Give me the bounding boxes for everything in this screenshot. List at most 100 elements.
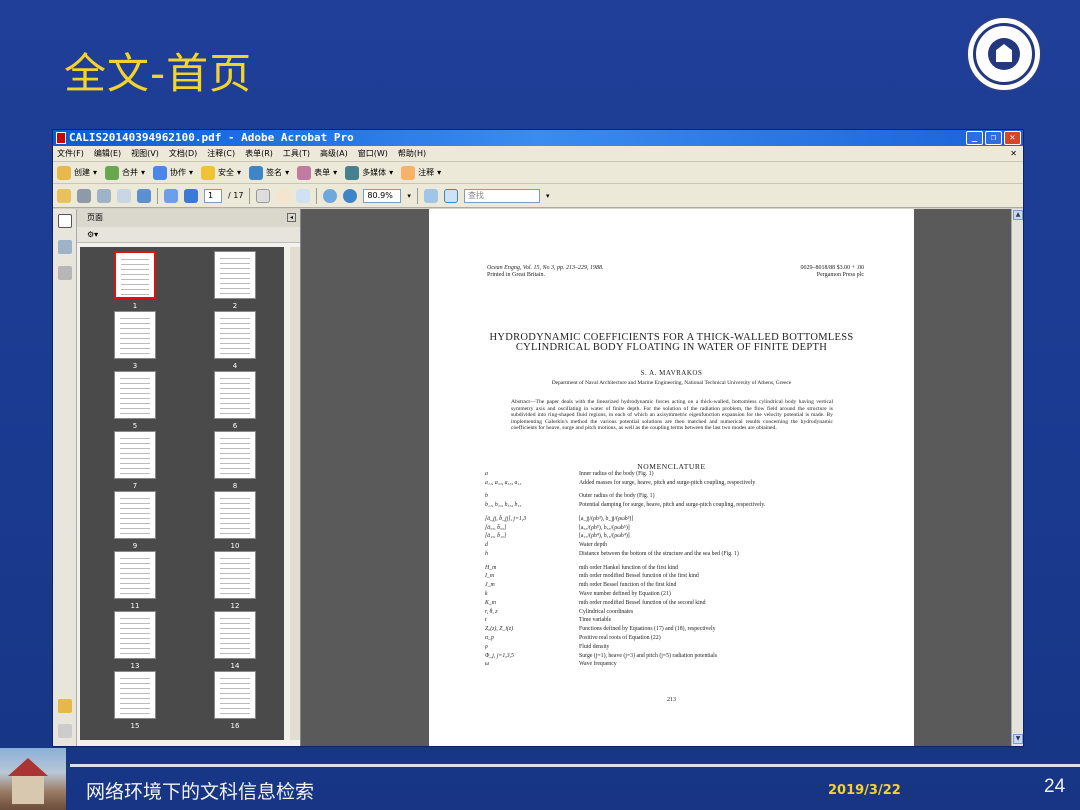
nomenclature-symbol: I_m bbox=[485, 573, 495, 580]
save-icon[interactable] bbox=[97, 188, 111, 203]
nomenclature-definition: Wave number defined by Equation (21) bbox=[579, 591, 671, 597]
combine-button[interactable]: 合并 ▾ bbox=[105, 165, 145, 180]
thumbnail-label: 4 bbox=[232, 362, 238, 370]
menu-document[interactable]: 文档(D) bbox=[169, 146, 197, 161]
page-thumbnail[interactable]: 10 bbox=[190, 491, 280, 551]
nomenclature-row: d Water depth bbox=[485, 542, 865, 549]
layers-icon[interactable] bbox=[58, 699, 72, 713]
print-icon[interactable] bbox=[77, 188, 91, 203]
attachments-icon[interactable] bbox=[58, 724, 72, 738]
nomenclature-symbol: J_m bbox=[485, 582, 495, 589]
footer-divider bbox=[70, 764, 1080, 767]
collaborate-button[interactable]: 协作 ▾ bbox=[153, 165, 193, 180]
full-screen-icon[interactable] bbox=[443, 188, 458, 203]
document-viewer: Ocean Engng, Vol. 15, No 3, pp. 213–229,… bbox=[301, 209, 1023, 746]
menu-help[interactable]: 帮助(H) bbox=[398, 146, 426, 161]
menu-view[interactable]: 视图(V) bbox=[131, 146, 159, 161]
thumbnail-image bbox=[214, 491, 256, 539]
menu-comments[interactable]: 注释(C) bbox=[207, 146, 235, 161]
zoom-tool-icon[interactable] bbox=[296, 188, 311, 203]
page-thumbnail[interactable]: 15 bbox=[90, 671, 180, 731]
menu-edit[interactable]: 编辑(E) bbox=[94, 146, 121, 161]
forms-button[interactable]: 表单 ▾ bbox=[297, 165, 337, 180]
menu-window[interactable]: 窗口(W) bbox=[358, 146, 388, 161]
nomenclature-symbol: K_m bbox=[485, 599, 496, 606]
zoom-level-field[interactable]: 80.9% bbox=[363, 188, 402, 203]
nomenclature-row: h Distance between the bottom of the stru… bbox=[485, 551, 865, 558]
menu-tools[interactable]: 工具(T) bbox=[283, 146, 310, 161]
menu-forms[interactable]: 表单(R) bbox=[245, 146, 273, 161]
page-number-input[interactable]: 1 bbox=[204, 188, 222, 203]
maximize-button[interactable]: ❐ bbox=[985, 131, 1002, 145]
nomenclature-symbol: d bbox=[485, 542, 488, 549]
find-dropdown-icon[interactable]: ▾ bbox=[546, 192, 550, 200]
zoom-in-icon[interactable] bbox=[343, 188, 358, 203]
minimize-button[interactable]: _ bbox=[966, 131, 983, 145]
page-thumbnail[interactable]: 3 bbox=[90, 311, 180, 371]
document-scrollbar[interactable]: ▲ ▼ bbox=[1011, 209, 1023, 746]
nomenclature-symbol: r, θ, z bbox=[485, 608, 498, 615]
page-thumbnail[interactable]: 8 bbox=[190, 431, 280, 491]
page-thumbnail[interactable]: 16 bbox=[190, 671, 280, 731]
page-thumbnail[interactable]: 9 bbox=[90, 491, 180, 551]
previous-page-icon[interactable] bbox=[164, 188, 178, 203]
close-button[interactable]: ✕ bbox=[1004, 131, 1021, 145]
menu-file[interactable]: 文件(F) bbox=[57, 146, 84, 161]
panel-close-icon[interactable]: ◂ bbox=[287, 213, 296, 222]
share-icon[interactable] bbox=[137, 188, 151, 203]
thumbnail-label: 10 bbox=[230, 542, 240, 550]
page-thumbnail[interactable]: 5 bbox=[90, 371, 180, 431]
create-button[interactable]: 创建 ▾ bbox=[57, 165, 97, 180]
multimedia-button[interactable]: 多媒体 ▾ bbox=[345, 165, 393, 180]
window-titlebar[interactable]: CALIS20140394962100.pdf - Adobe Acrobat … bbox=[53, 130, 1023, 146]
thumbnail-label: 15 bbox=[130, 722, 140, 730]
page-thumbnail[interactable]: 4 bbox=[190, 311, 280, 371]
find-input[interactable]: 查找 bbox=[463, 188, 540, 203]
page-thumbnail[interactable]: 12 bbox=[190, 551, 280, 611]
page-thumbnail[interactable]: 1 bbox=[90, 251, 180, 311]
page-thumbnail[interactable]: 11 bbox=[90, 551, 180, 611]
secure-button[interactable]: 安全 ▾ bbox=[201, 165, 241, 180]
page-thumbnail[interactable]: 6 bbox=[190, 371, 280, 431]
thumbnail-list[interactable]: 1 2 3 4 5 6 7 8 9 10 11 12 13 14 15 16 bbox=[80, 247, 284, 740]
select-text-icon[interactable] bbox=[256, 188, 271, 203]
menu-advanced[interactable]: 高级(A) bbox=[320, 146, 348, 161]
nomenclature-row: K_m mth order modified Bessel function of… bbox=[485, 600, 865, 607]
thumbnail-image bbox=[114, 251, 156, 299]
open-folder-icon[interactable] bbox=[57, 188, 71, 203]
signatures-icon[interactable] bbox=[58, 266, 72, 280]
next-page-icon[interactable] bbox=[184, 188, 198, 203]
zoom-dropdown-icon[interactable]: ▾ bbox=[407, 192, 411, 200]
page-thumbnail[interactable]: 14 bbox=[190, 611, 280, 671]
hand-tool-icon[interactable] bbox=[276, 188, 291, 203]
nomenclature-row: a₁₁, a₃₃, a₅₅, a₁₅ Added masses for surge… bbox=[485, 480, 865, 487]
nomenclature-definition: Time variable bbox=[579, 617, 612, 624]
nomenclature-definition: Fluid density bbox=[579, 643, 610, 650]
comment-button[interactable]: 注释 ▾ bbox=[401, 165, 441, 180]
nomenclature-symbol: Φ_j, j=1,3,5 bbox=[485, 652, 514, 659]
nomenclature-definition: Surge (j=1), heave (j=3) and pitch (j=5)… bbox=[579, 652, 717, 659]
scroll-up-icon[interactable]: ▲ bbox=[1013, 210, 1023, 220]
film-icon bbox=[345, 165, 360, 180]
page-thumbnail[interactable]: 13 bbox=[90, 611, 180, 671]
panel-scrollbar[interactable] bbox=[290, 247, 300, 740]
sign-button[interactable]: 签名 ▾ bbox=[249, 165, 289, 180]
scroll-down-icon[interactable]: ▼ bbox=[1013, 734, 1023, 744]
fit-page-icon[interactable] bbox=[423, 188, 438, 203]
thumbnail-label: 6 bbox=[232, 422, 238, 430]
pages-panel-icon[interactable] bbox=[58, 214, 72, 228]
nomenclature-row: b₁₁, b₃₃, b₅₅, b₁₅ Potential damping for … bbox=[485, 502, 865, 509]
nomenclature-definition: Wave frequency bbox=[579, 661, 617, 668]
acrobat-window: CALIS20140394962100.pdf - Adobe Acrobat … bbox=[52, 129, 1024, 747]
page-thumbnail[interactable]: 2 bbox=[190, 251, 280, 311]
close-document-icon[interactable]: ✕ bbox=[1010, 146, 1017, 162]
options-gear-icon[interactable]: ⚙▾ bbox=[87, 230, 98, 239]
bookmarks-icon[interactable] bbox=[58, 240, 72, 254]
thumbnail-label: 2 bbox=[232, 302, 238, 310]
lock-icon bbox=[201, 165, 216, 180]
page-thumbnail[interactable]: 7 bbox=[90, 431, 180, 491]
email-icon[interactable] bbox=[117, 188, 131, 203]
nomenclature-row: t Time variable bbox=[485, 617, 865, 624]
nomenclature-definition: mth order modified Bessel function of th… bbox=[579, 573, 699, 580]
zoom-out-icon[interactable] bbox=[323, 188, 338, 203]
